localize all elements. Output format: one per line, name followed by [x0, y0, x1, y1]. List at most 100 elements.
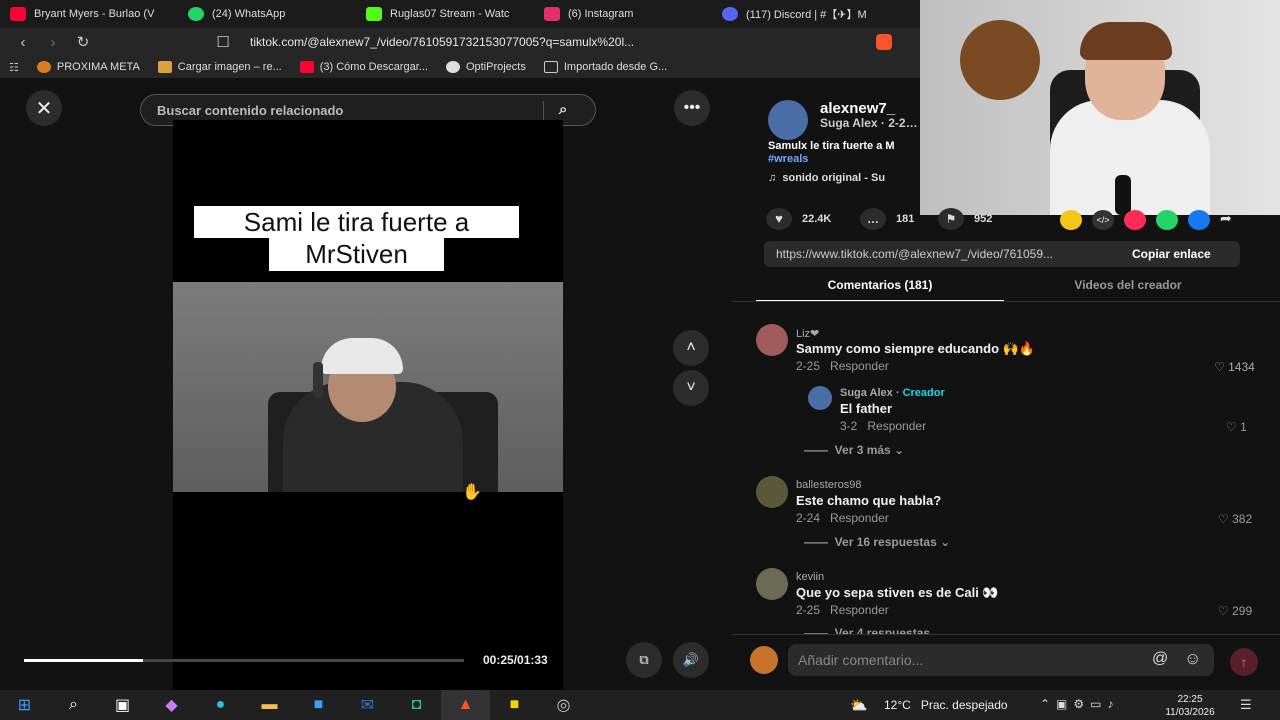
add-comment-input[interactable]: Añadir comentario... @ ☺ — [788, 644, 1214, 676]
progress-track[interactable] — [24, 659, 464, 662]
system-tray[interactable]: ⌃▣⚙▭♪ — [1040, 697, 1120, 711]
mention-icon[interactable]: @ — [1152, 650, 1168, 668]
youtube-icon — [299, 61, 314, 73]
view-more-replies[interactable]: —— Ver 3 más ⌄ — [804, 443, 904, 457]
bookmark-folder-importado[interactable]: Importado desde G... — [535, 61, 676, 73]
tab-instagram[interactable]: (6) Instagram — [534, 0, 712, 28]
weather-icon: ⛅ — [850, 697, 868, 713]
facebook-share-icon[interactable] — [1188, 210, 1210, 230]
post-comment-button[interactable]: ↑ — [1230, 648, 1258, 676]
brave-shield-icon[interactable] — [876, 34, 892, 50]
copy-link-button[interactable]: Copiar enlace — [1132, 247, 1211, 261]
pip-button[interactable]: ⧉ — [626, 642, 662, 678]
like-count: 22.4K — [802, 213, 832, 225]
tab-whatsapp[interactable]: (24) WhatsApp — [178, 0, 356, 28]
share-arrow-icon[interactable]: ➦ — [1220, 210, 1242, 230]
comment-like-button[interactable]: ♡ 299 — [1218, 604, 1252, 618]
comment-meta: 2-25 Responder — [796, 359, 889, 373]
tab-creator-videos[interactable]: Videos del creador — [1004, 278, 1252, 302]
video-caption-2: MrStiven — [269, 237, 444, 271]
creator-badge: Creador — [902, 387, 945, 399]
teddy-bear — [960, 20, 1040, 100]
sticky-notes-icon[interactable]: ■ — [490, 690, 539, 720]
folder-icon — [543, 61, 558, 73]
reply-button[interactable]: Responder — [830, 511, 889, 525]
view-replies[interactable]: —— Ver 4 respuestas — [804, 626, 930, 634]
bookmark-como-descargar[interactable]: (3) Cómo Descargar... — [291, 61, 437, 73]
avatar[interactable] — [756, 324, 788, 356]
notification-icon[interactable]: ☰ — [1240, 697, 1252, 713]
comments-clip: —— Ver 4 respuestas — [732, 624, 1280, 634]
author-avatar[interactable] — [768, 100, 808, 140]
tab-discord[interactable]: (117) Discord | #【✈】M — [712, 0, 880, 28]
edge-icon[interactable]: ● — [196, 690, 245, 720]
whatsapp-share-icon[interactable] — [1156, 210, 1178, 230]
start-button[interactable]: ⊞ — [0, 690, 49, 720]
copilot-icon[interactable]: ◆ — [147, 690, 196, 720]
embed-icon[interactable]: </> — [1092, 210, 1114, 230]
author-username[interactable]: alexnew7_ — [820, 100, 895, 117]
reply-button[interactable]: Responder — [867, 419, 926, 433]
outlook-icon[interactable]: ✉ — [343, 690, 392, 720]
save-button[interactable]: ⚑ 952 — [938, 208, 992, 230]
task-view-icon[interactable]: ▣ — [98, 690, 147, 720]
reply-like-button[interactable]: ♡ 1 — [1226, 420, 1247, 434]
file-explorer-icon[interactable]: ▬ — [245, 690, 294, 720]
share-url[interactable]: https://www.tiktok.com/@alexnew7_/video/… — [776, 247, 1122, 261]
close-button[interactable]: ✕ — [26, 90, 62, 126]
volume-button[interactable]: 🔊 — [673, 642, 709, 678]
reply-button[interactable]: Responder — [830, 603, 889, 617]
search-icon[interactable]: ⌕ — [559, 101, 567, 118]
repost-icon[interactable] — [1060, 210, 1082, 230]
like-button[interactable]: ♥ 22.4K — [766, 208, 831, 230]
tab-youtube[interactable]: Bryant Myers - Burlao (V — [0, 0, 178, 28]
comment-like-button[interactable]: ♡ 1434 — [1214, 360, 1255, 374]
bookmark-icon[interactable]: ☐ — [208, 28, 238, 56]
back-button[interactable]: ‹ — [8, 28, 38, 56]
avatar[interactable] — [756, 568, 788, 600]
heart-outline-icon: ♡ — [1214, 360, 1225, 374]
avatar[interactable] — [756, 476, 788, 508]
comment-like-button[interactable]: ♡ 382 — [1218, 512, 1252, 526]
sound-link[interactable]: ♫ sonido original - Su — [768, 172, 885, 184]
reload-button[interactable]: ↻ — [68, 28, 98, 56]
hashtag-link[interactable]: #wreals — [768, 153, 808, 165]
next-video-button[interactable]: ˅ — [673, 370, 709, 406]
bookmark-proxima-meta[interactable]: PROXIMA META — [28, 61, 149, 73]
address-bar[interactable]: tiktok.com/@alexnew7_/video/761059173215… — [250, 32, 770, 52]
forward-button[interactable]: › — [38, 28, 68, 56]
cursor-icon: ✋ — [462, 484, 482, 501]
author-display: Suga Alex · 2-2… — [820, 116, 918, 130]
weather-widget[interactable]: 12°C Prac. despejado — [884, 698, 1008, 712]
comment-username[interactable]: Liz❤ — [796, 327, 819, 340]
app-extra-icon[interactable]: ◎ — [539, 690, 588, 720]
comment-username[interactable]: ballesteros98 — [796, 479, 861, 491]
emoji-icon[interactable]: ☺ — [1184, 649, 1201, 669]
tab-kick[interactable]: Ruglas07 Stream - Watc — [356, 0, 534, 28]
comment-button[interactable]: … 181 — [860, 208, 914, 230]
send-icon[interactable] — [1124, 210, 1146, 230]
clock[interactable]: 22:25 11/03/2026 — [1160, 693, 1220, 719]
video-time: 00:25/01:33 — [483, 653, 548, 667]
bookmark-optiprojects[interactable]: OptiProjects — [437, 61, 535, 73]
search-placeholder: Buscar contenido relacionado — [157, 102, 344, 118]
reply-button[interactable]: Responder — [830, 359, 889, 373]
comment-username[interactable]: keviin — [796, 571, 824, 583]
brave-taskbar-icon[interactable]: ▲ — [441, 690, 490, 720]
comment-count: 181 — [896, 213, 915, 225]
more-options-button[interactable]: ••• — [674, 90, 710, 126]
app-icon[interactable]: ◘ — [392, 690, 441, 720]
search-taskbar-icon[interactable]: ⌕ — [49, 690, 98, 720]
view-replies[interactable]: —— Ver 16 respuestas ⌄ — [804, 535, 950, 549]
tab-comments[interactable]: Comentarios (181) — [756, 278, 1004, 302]
reply-username[interactable]: Suga Alex · Creador — [840, 387, 945, 399]
apps-icon[interactable]: ☷ — [0, 61, 28, 74]
bookmarks-bar: ☷ PROXIMA META Cargar imagen – re... (3)… — [0, 56, 920, 78]
clock-date: 11/03/2026 — [1165, 707, 1215, 718]
video-caption: Sami le tira fuerte a — [194, 206, 519, 238]
kick-icon — [366, 7, 382, 21]
previous-video-button[interactable]: ˄ — [673, 330, 709, 366]
reply-avatar[interactable] — [808, 386, 832, 410]
store-icon[interactable]: ■ — [294, 690, 343, 720]
bookmark-cargar-imagen[interactable]: Cargar imagen – re... — [149, 61, 291, 73]
